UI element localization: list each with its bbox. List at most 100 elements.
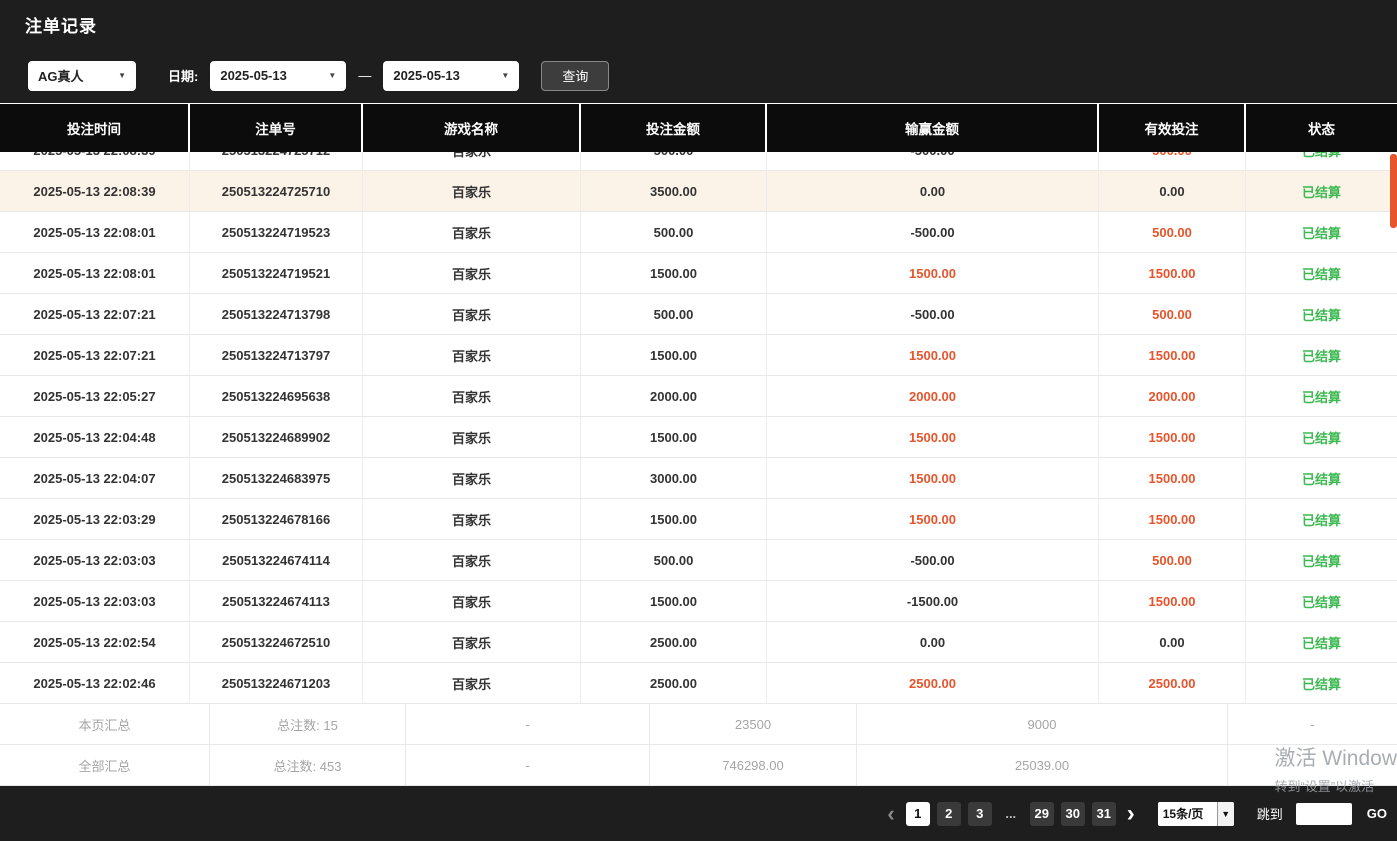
table-row[interactable]: 2025-05-13 22:08:01250513224719521百家乐150…: [0, 253, 1397, 294]
table-cell: 已结算: [1246, 152, 1397, 170]
summary-cell: 全部汇总: [0, 745, 210, 785]
query-button[interactable]: 查询: [541, 61, 609, 91]
table-body: 2025-05-13 22:08:39250513224725712百家乐500…: [0, 152, 1397, 704]
chevron-down-icon: ▼: [1217, 802, 1234, 826]
table-cell: 2025-05-13 22:08:01: [0, 253, 190, 293]
table-cell: 3000.00: [581, 458, 767, 498]
table-row[interactable]: 2025-05-13 22:04:48250513224689902百家乐150…: [0, 417, 1397, 458]
summary-cell: 本页汇总: [0, 704, 210, 744]
date-to-select[interactable]: 2025-05-13 ▼: [383, 61, 519, 91]
table-row[interactable]: 2025-05-13 22:02:46250513224671203百家乐250…: [0, 663, 1397, 704]
table-cell: 百家乐: [363, 499, 581, 539]
table-cell: 百家乐: [363, 152, 581, 170]
table-cell: 250513224689902: [190, 417, 363, 457]
table-cell: 2025-05-13 22:08:39: [0, 152, 190, 170]
table-cell: 250513224713797: [190, 335, 363, 375]
table-row[interactable]: 2025-05-13 22:07:21250513224713798百家乐500…: [0, 294, 1397, 335]
table-cell: 已结算: [1246, 622, 1397, 662]
table-cell: 2000.00: [581, 376, 767, 416]
table-cell: 已结算: [1246, 294, 1397, 334]
table-cell: -500.00: [767, 294, 1099, 334]
table-cell: 250513224725712: [190, 152, 363, 170]
table-cell: 2025-05-13 22:03:03: [0, 540, 190, 580]
table-cell: 1500.00: [581, 581, 767, 621]
summary-cell: 23500: [650, 704, 857, 744]
date-range-separator: —: [358, 68, 371, 83]
table-cell: 500.00: [1099, 294, 1246, 334]
table-cell: 1500.00: [1099, 417, 1246, 457]
table-row[interactable]: 2025-05-13 22:03:29250513224678166百家乐150…: [0, 499, 1397, 540]
table-cell: 百家乐: [363, 335, 581, 375]
column-header: 投注时间: [0, 104, 190, 152]
table-cell: 1500.00: [767, 417, 1099, 457]
table-row[interactable]: 2025-05-13 22:08:39250513224725712百家乐500…: [0, 152, 1397, 171]
table-row[interactable]: 2025-05-13 22:02:54250513224672510百家乐250…: [0, 622, 1397, 663]
page-size-select[interactable]: 15条/页 ▼: [1158, 802, 1234, 826]
table-cell: -500.00: [767, 152, 1099, 170]
table-cell: 250513224671203: [190, 663, 363, 703]
table-header-row: 投注时间注单号游戏名称投注金额输赢金额有效投注状态: [0, 103, 1397, 152]
table-cell: 2025-05-13 22:03:03: [0, 581, 190, 621]
table-cell: 百家乐: [363, 171, 581, 211]
pagination-bar: ‹ 123... 29 30 31 › 15条/页 ▼ 跳到 GO: [0, 786, 1397, 841]
page-button[interactable]: 30: [1061, 802, 1085, 826]
table-cell: 0.00: [1099, 622, 1246, 662]
table-cell: 1500.00: [767, 253, 1099, 293]
page-button[interactable]: 2: [937, 802, 961, 826]
table-body-wrap: 2025-05-13 22:08:39250513224725712百家乐500…: [0, 152, 1397, 704]
summary-row: 全部汇总总注数: 453-746298.0025039.00: [0, 745, 1397, 786]
table-cell: 500.00: [581, 294, 767, 334]
column-header: 投注金额: [581, 104, 767, 152]
table-row[interactable]: 2025-05-13 22:07:21250513224713797百家乐150…: [0, 335, 1397, 376]
table-cell: 百家乐: [363, 540, 581, 580]
table-cell: 2025-05-13 22:08:39: [0, 171, 190, 211]
column-header: 状态: [1246, 104, 1397, 152]
table-cell: 百家乐: [363, 663, 581, 703]
table-cell: 1500.00: [1099, 458, 1246, 498]
table-cell: 2000.00: [767, 376, 1099, 416]
table-row[interactable]: 2025-05-13 22:08:01250513224719523百家乐500…: [0, 212, 1397, 253]
date-from-value: 2025-05-13: [220, 68, 287, 83]
table-cell: 250513224719523: [190, 212, 363, 252]
column-header: 游戏名称: [363, 104, 581, 152]
table-row[interactable]: 2025-05-13 22:08:39250513224725710百家乐350…: [0, 171, 1397, 212]
table-cell: 1500.00: [581, 253, 767, 293]
table-cell: 2025-05-13 22:02:46: [0, 663, 190, 703]
go-button[interactable]: GO: [1367, 806, 1387, 821]
summary-cell: 9000: [857, 704, 1228, 744]
date-from-select[interactable]: 2025-05-13 ▼: [210, 61, 346, 91]
page-button[interactable]: 29: [1030, 802, 1054, 826]
prev-page-button[interactable]: ‹: [883, 803, 898, 825]
table-cell: 1500.00: [581, 417, 767, 457]
table-row[interactable]: 2025-05-13 22:05:27250513224695638百家乐200…: [0, 376, 1397, 417]
table-cell: 250513224674114: [190, 540, 363, 580]
summary-cell: 746298.00: [650, 745, 857, 785]
table-cell: 2500.00: [767, 663, 1099, 703]
table-cell: 1500.00: [767, 335, 1099, 375]
bet-records-app: 注单记录 AG真人 ▼ 日期: 2025-05-13 ▼ — 2025-05-1…: [0, 0, 1397, 841]
jump-label: 跳到: [1257, 804, 1283, 823]
column-header: 注单号: [190, 104, 363, 152]
table-cell: 百家乐: [363, 253, 581, 293]
table-cell: 1500.00: [1099, 581, 1246, 621]
table-cell: 2025-05-13 22:04:07: [0, 458, 190, 498]
jump-input[interactable]: [1296, 803, 1352, 825]
table-cell: 已结算: [1246, 253, 1397, 293]
table-row[interactable]: 2025-05-13 22:03:03250513224674114百家乐 500…: [0, 540, 1397, 581]
table-cell: -500.00: [767, 212, 1099, 252]
table-row[interactable]: 2025-05-13 22:03:03250513224674113百家乐150…: [0, 581, 1397, 622]
table-cell: 2500.00: [581, 663, 767, 703]
table-row[interactable]: 2025-05-13 22:04:07250513224683975百家乐300…: [0, 458, 1397, 499]
page-ellipsis: ...: [999, 802, 1023, 826]
page-button[interactable]: 3: [968, 802, 992, 826]
page-button[interactable]: 31: [1092, 802, 1116, 826]
table-cell: 250513224713798: [190, 294, 363, 334]
table-cell: 2025-05-13 22:02:54: [0, 622, 190, 662]
table-cell: 500.00: [1099, 540, 1246, 580]
table-cell: 已结算: [1246, 171, 1397, 211]
page-button[interactable]: 1: [906, 802, 930, 826]
table-cell: 2500.00: [581, 622, 767, 662]
scrollbar-thumb[interactable]: [1390, 154, 1397, 228]
platform-select[interactable]: AG真人 ▼: [28, 61, 136, 91]
next-page-button[interactable]: ›: [1123, 803, 1139, 825]
